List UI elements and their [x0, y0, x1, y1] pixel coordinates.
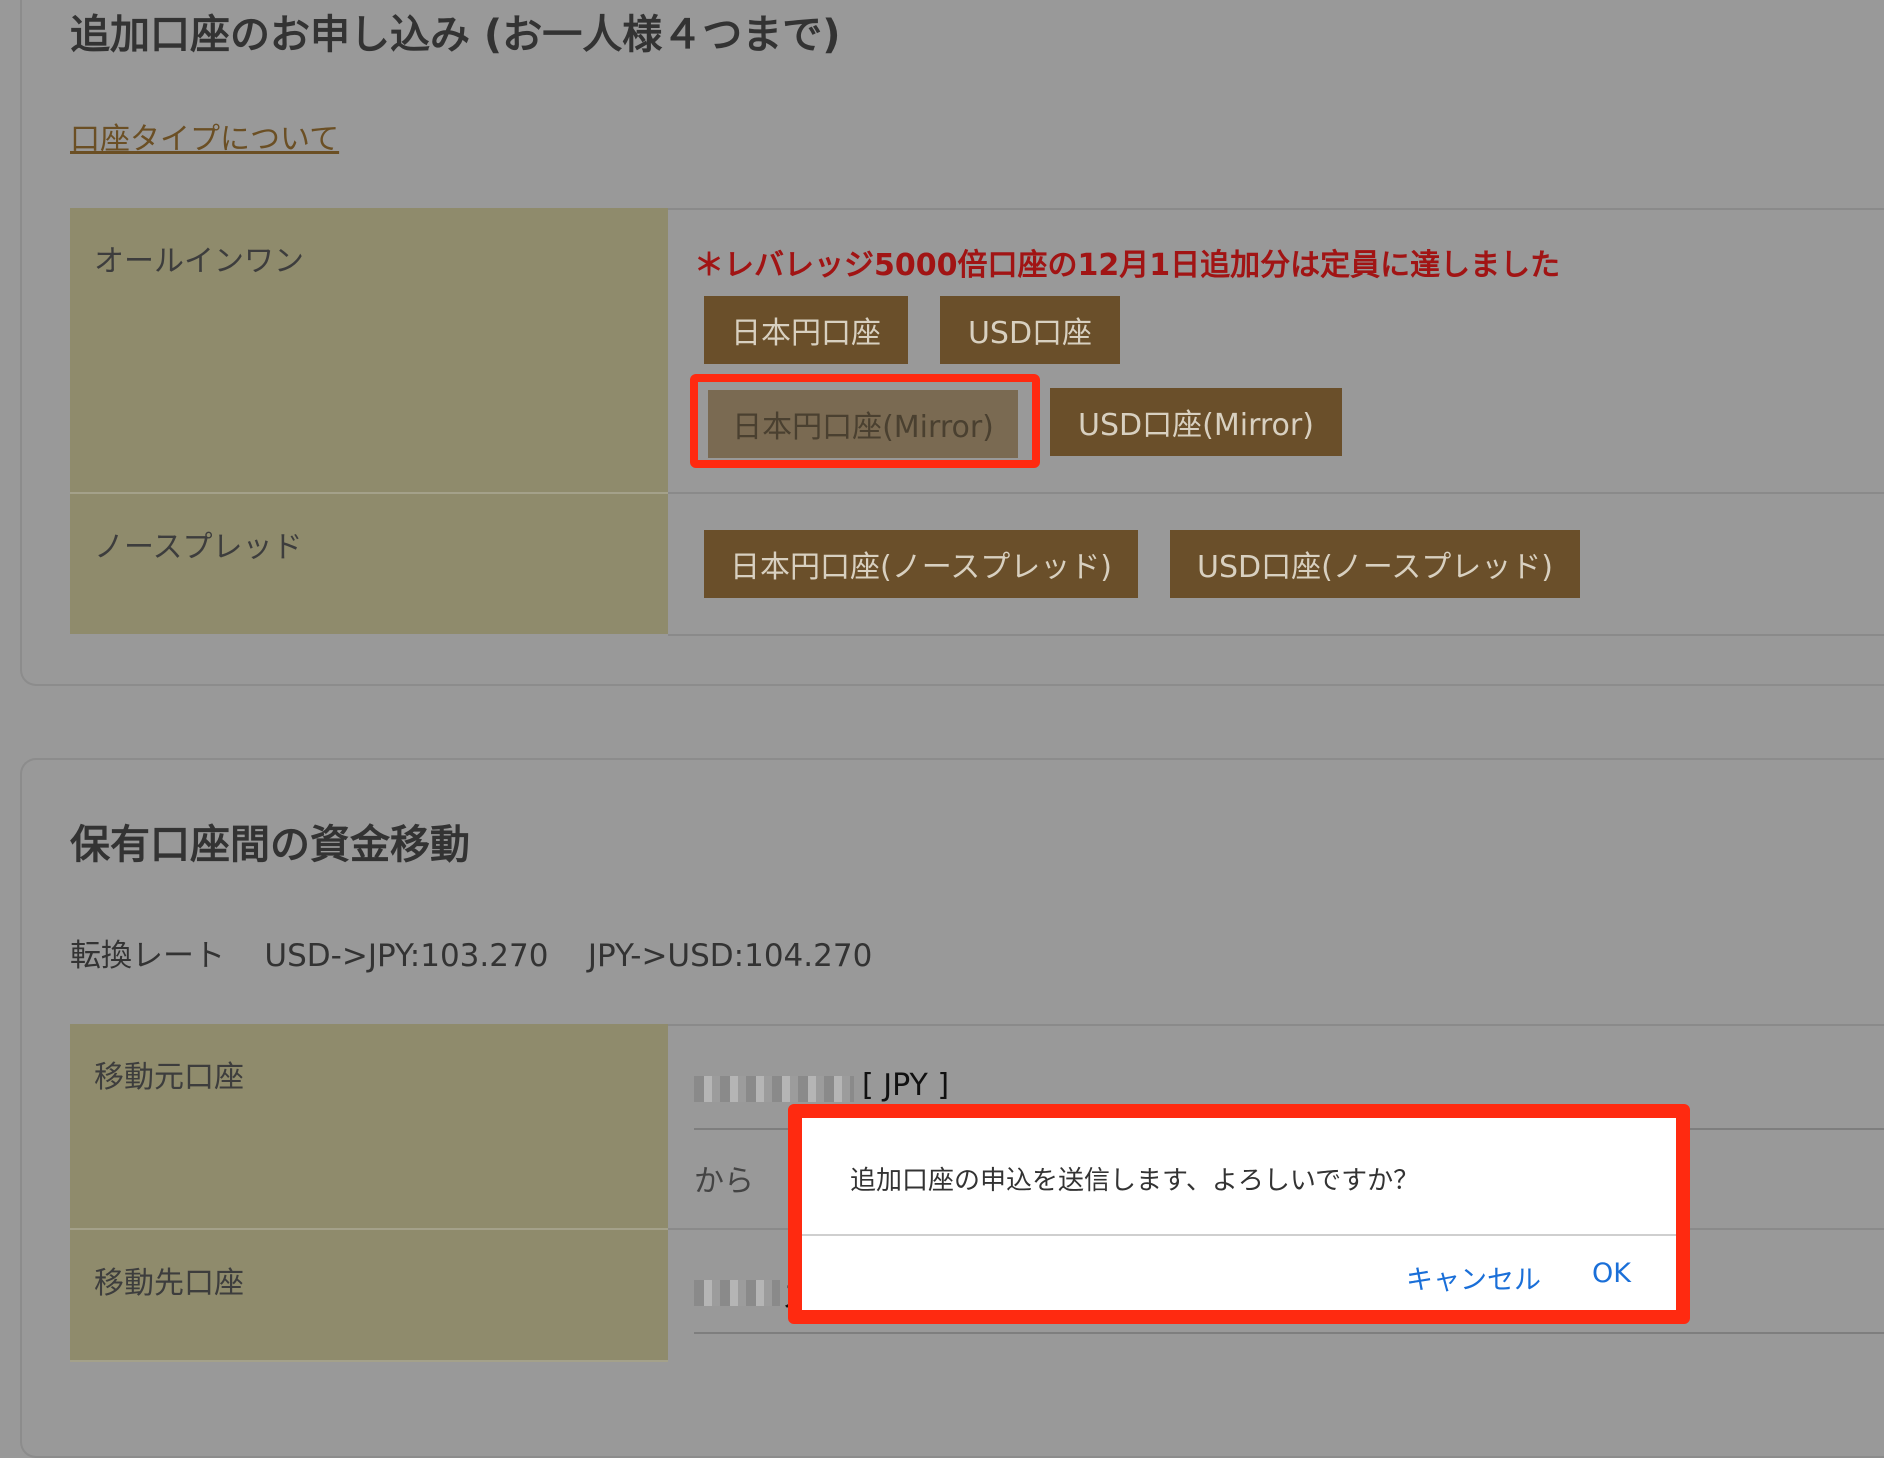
- jpy-nospread-account-button[interactable]: 日本円口座(ノースプレッド): [704, 530, 1138, 598]
- source-currency: [ JPY ]: [862, 1068, 950, 1103]
- redacted-dest-account-id: [694, 1280, 780, 1306]
- highlight-box-mirror: [690, 374, 1040, 468]
- table-bottom-rule: [668, 634, 1884, 636]
- table-top-rule: [668, 208, 1884, 210]
- nospread-label-cell: ノースプレッド: [70, 494, 668, 634]
- transfer-table-top-rule: [668, 1024, 1884, 1026]
- capacity-notice: ＊レバレッジ5000倍口座の12月1日追加分は定員に達しました: [694, 248, 1561, 283]
- source-account-label: 移動元口座: [94, 1060, 244, 1095]
- add-account-title: 追加口座のお申し込み (お一人様４つまで): [70, 12, 841, 58]
- highlight-box-dialog: [788, 1104, 1690, 1324]
- nospread-label: ノースプレッド: [94, 530, 303, 565]
- usd-mirror-account-button[interactable]: USD口座(Mirror): [1050, 388, 1342, 456]
- dest-label-cell: 移動先口座: [70, 1230, 668, 1360]
- redacted-account-id: [694, 1076, 854, 1102]
- from-text: から: [694, 1164, 754, 1199]
- usd-account-button[interactable]: USD口座: [940, 296, 1120, 364]
- source-label-cell: 移動元口座: [70, 1024, 668, 1228]
- allinone-label: オールインワン: [94, 244, 304, 279]
- account-types-link[interactable]: 口座タイプについて: [70, 114, 339, 158]
- conversion-rate-line: 転換レート USD->JPY:103.270 JPY->USD:104.270: [70, 930, 872, 975]
- jpy-account-button[interactable]: 日本円口座: [704, 296, 908, 364]
- usd-nospread-account-button[interactable]: USD口座(ノースプレッド): [1170, 530, 1580, 598]
- rate-usd-jpy: USD->JPY:103.270: [264, 938, 549, 974]
- transfer-label-bottom-divider: [70, 1360, 668, 1362]
- row-divider: [668, 492, 1884, 494]
- rate-label: 転換レート: [70, 938, 225, 974]
- fund-transfer-title: 保有口座間の資金移動: [70, 822, 470, 868]
- rate-jpy-usd: JPY->USD:104.270: [587, 938, 873, 974]
- allinone-label-cell: オールインワン: [70, 208, 668, 492]
- dest-select-underline[interactable]: [694, 1332, 1884, 1334]
- dest-account-label: 移動先口座: [94, 1266, 244, 1301]
